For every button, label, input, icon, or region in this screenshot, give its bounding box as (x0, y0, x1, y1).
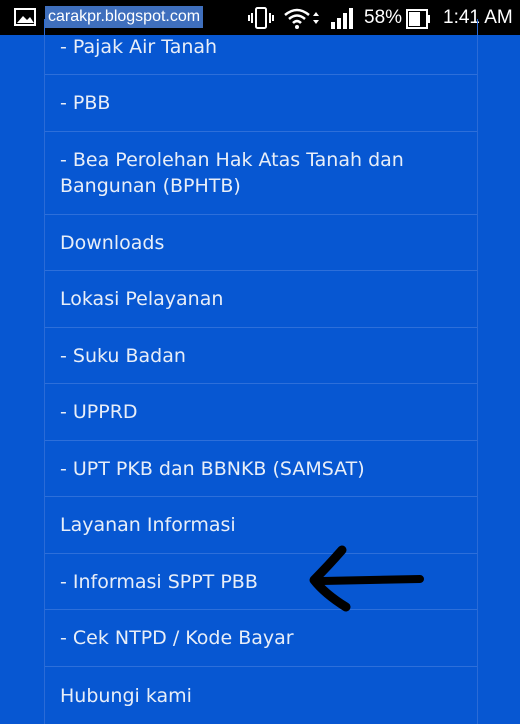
gallery-icon (14, 8, 36, 26)
menu-item-hubungi-kami[interactable]: Hubungi kami (45, 667, 477, 724)
menu-item-pbb[interactable]: - PBB (45, 75, 477, 132)
menu-item-lokasi-pelayanan[interactable]: Lokasi Pelayanan (45, 271, 477, 328)
navigation-menu: - Pajak Air Tanah - PBB - Bea Perolehan … (44, 19, 478, 724)
menu-item-suku-badan[interactable]: - Suku Badan (45, 328, 477, 384)
menu-item-cek-ntpd[interactable]: - Cek NTPD / Kode Bayar (45, 610, 477, 667)
menu-item-pajak-air-tanah[interactable]: - Pajak Air Tanah (45, 19, 477, 75)
annotation-arrow-icon (309, 545, 424, 612)
menu-item-bphtb[interactable]: - Bea Perolehan Hak Atas Tanah dan Bangu… (45, 132, 477, 215)
menu-item-upprd[interactable]: - UPPRD (45, 384, 477, 441)
menu-item-downloads[interactable]: Downloads (45, 215, 477, 271)
menu-item-samsat[interactable]: - UPT PKB dan BBNKB (SAMSAT) (45, 441, 477, 497)
